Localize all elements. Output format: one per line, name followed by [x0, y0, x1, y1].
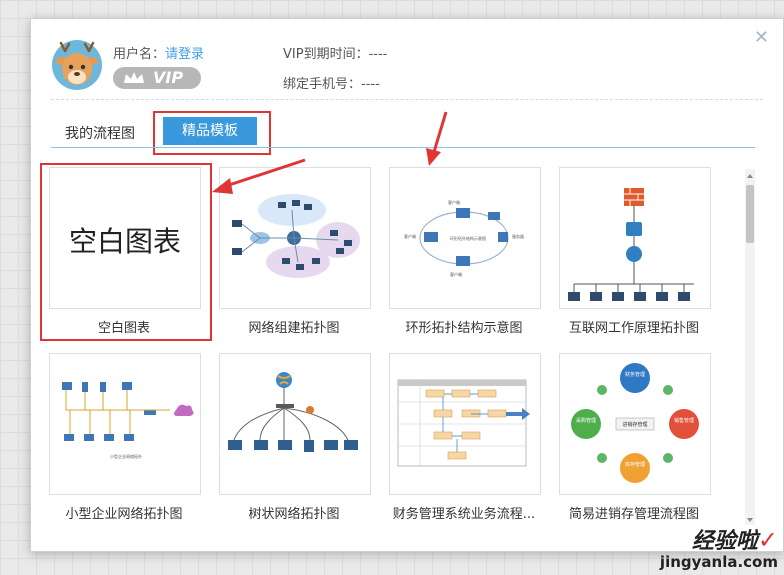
network-preview: [232, 194, 360, 278]
svg-text:客户端: 客户端: [450, 271, 462, 277]
internet-preview: [568, 188, 694, 301]
tab-my-flowcharts[interactable]: 我的流程图: [65, 123, 135, 143]
annotation-box-blank: [40, 163, 212, 341]
tab-underline: [51, 147, 755, 148]
username-label: 用户名：: [113, 47, 166, 62]
scroll-up-icon[interactable]: [745, 171, 755, 181]
ring-preview: 客户端客户端 服务器客户端 环形拓扑结构示意图: [404, 199, 524, 277]
vip-badge: VIP: [113, 67, 201, 89]
divider: [51, 99, 763, 100]
template-dialog: ✕ 用户名：请登录 VIP VIP到期时间：---- 绑定手机号：---- 我的…: [30, 18, 784, 552]
login-link[interactable]: 请登录: [165, 47, 204, 62]
crown-icon: [124, 72, 144, 83]
template-card-ring[interactable]: 客户端 客户端 服务器 客户端 环形拓扑结构示意图: [389, 167, 541, 309]
template-label: 互联网工作原理拓扑图: [568, 321, 699, 336]
ring-node: 采购管理: [576, 417, 596, 424]
template-card-internet[interactable]: [559, 167, 711, 309]
svg-text:小型企业网络拓扑: 小型企业网络拓扑: [110, 453, 142, 459]
template-card-small-enterprise[interactable]: 小型企业网络拓扑: [49, 353, 201, 495]
watermark-url: jingyanla.com: [659, 553, 778, 571]
annotation-box-tab: [153, 111, 271, 155]
template-card-inventory[interactable]: 财务管理 销售管理 库存管理 采购管理 进销存管理: [559, 353, 711, 495]
watermark: 经验啦✓ jingyanla.com: [660, 523, 778, 571]
template-label: 财务管理系统业务流程...: [392, 507, 536, 522]
deer-avatar: [52, 40, 102, 90]
watermark-cn: 经验啦: [691, 529, 758, 554]
scrollbar-thumb[interactable]: [746, 185, 754, 243]
template-card-finance[interactable]: [389, 353, 541, 495]
template-label: 环形拓扑结构示意图: [405, 321, 523, 336]
svg-text:服务器: 服务器: [512, 233, 524, 239]
vip-expiry: VIP到期时间：----: [283, 47, 388, 62]
inventory-preview: 财务管理 销售管理 库存管理 采购管理 进销存管理: [571, 363, 699, 483]
tree-preview: [228, 372, 358, 452]
close-icon[interactable]: ✕: [754, 29, 769, 47]
checkmark-icon: ✓: [757, 526, 778, 554]
ring-node: 库存管理: [625, 461, 645, 468]
template-label: 小型企业网络拓扑图: [65, 507, 183, 522]
ring-center: 进销存管理: [622, 421, 647, 428]
template-label: 树状网络拓扑图: [248, 507, 340, 522]
template-card-network[interactable]: [219, 167, 371, 309]
ring-node: 销售管理: [674, 417, 694, 424]
finance-preview: [397, 379, 530, 467]
vip-text: VIP: [153, 68, 184, 87]
svg-text:客户端: 客户端: [404, 233, 416, 239]
username-row: 用户名：请登录: [113, 43, 204, 62]
template-card-tree[interactable]: [219, 353, 371, 495]
svg-text:环形拓扑结构示意图: 环形拓扑结构示意图: [450, 235, 486, 241]
template-label: 简易进销存管理流程图: [568, 507, 699, 522]
ring-node: 财务管理: [625, 371, 645, 378]
small-enterprise-preview: 小型企业网络拓扑: [62, 382, 194, 459]
phone-binding: 绑定手机号：----: [283, 77, 380, 92]
svg-text:客户端: 客户端: [448, 199, 460, 205]
template-label: 网络组建拓扑图: [248, 321, 340, 336]
